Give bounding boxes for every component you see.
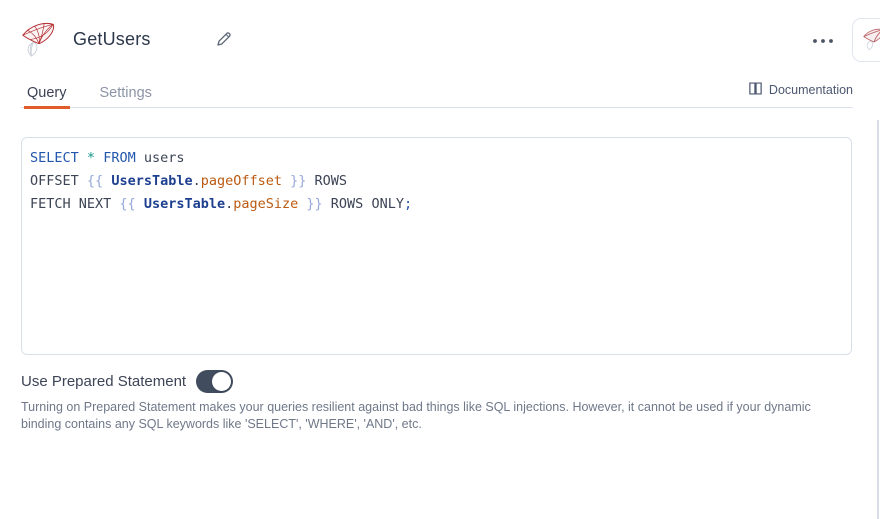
- prepared-statement-row: Use Prepared Statement: [21, 370, 233, 393]
- code-line: FETCH NEXT {{ UsersTable.pageSize }} ROW…: [30, 193, 843, 216]
- resource-selector-button[interactable]: [852, 18, 880, 62]
- tabs: Query Settings: [24, 70, 155, 107]
- code-content: SELECT * FROM usersOFFSET {{ UsersTable.…: [30, 147, 843, 216]
- prepared-statement-toggle[interactable]: [196, 370, 233, 393]
- toggle-knob: [212, 372, 231, 391]
- tab-settings-label: Settings: [100, 85, 152, 101]
- pencil-icon: [214, 30, 233, 52]
- sql-server-logo-icon: [862, 27, 880, 54]
- sql-code-editor[interactable]: SELECT * FROM usersOFFSET {{ UsersTable.…: [21, 137, 852, 355]
- code-line: SELECT * FROM users: [30, 147, 843, 170]
- code-line: OFFSET {{ UsersTable.pageOffset }} ROWS: [30, 170, 843, 193]
- tab-bar: Query Settings Documentation: [21, 70, 853, 108]
- documentation-link[interactable]: Documentation: [748, 81, 853, 99]
- tab-query[interactable]: Query: [24, 70, 70, 108]
- query-title: GetUsers: [73, 29, 151, 50]
- documentation-label: Documentation: [769, 83, 853, 97]
- prepared-statement-help-text: Turning on Prepared Statement makes your…: [21, 399, 837, 432]
- tab-query-label: Query: [27, 85, 67, 101]
- open-book-icon: [748, 81, 763, 99]
- edit-title-button[interactable]: [211, 30, 235, 52]
- tab-settings[interactable]: Settings: [97, 70, 155, 108]
- ellipsis-icon: [811, 33, 835, 48]
- query-editor-panel: GetUsers: [0, 0, 880, 519]
- more-options-button[interactable]: [808, 30, 838, 50]
- panel-divider: [877, 120, 879, 519]
- sql-server-logo-icon: [20, 20, 58, 58]
- prepared-statement-label: Use Prepared Statement: [21, 373, 186, 390]
